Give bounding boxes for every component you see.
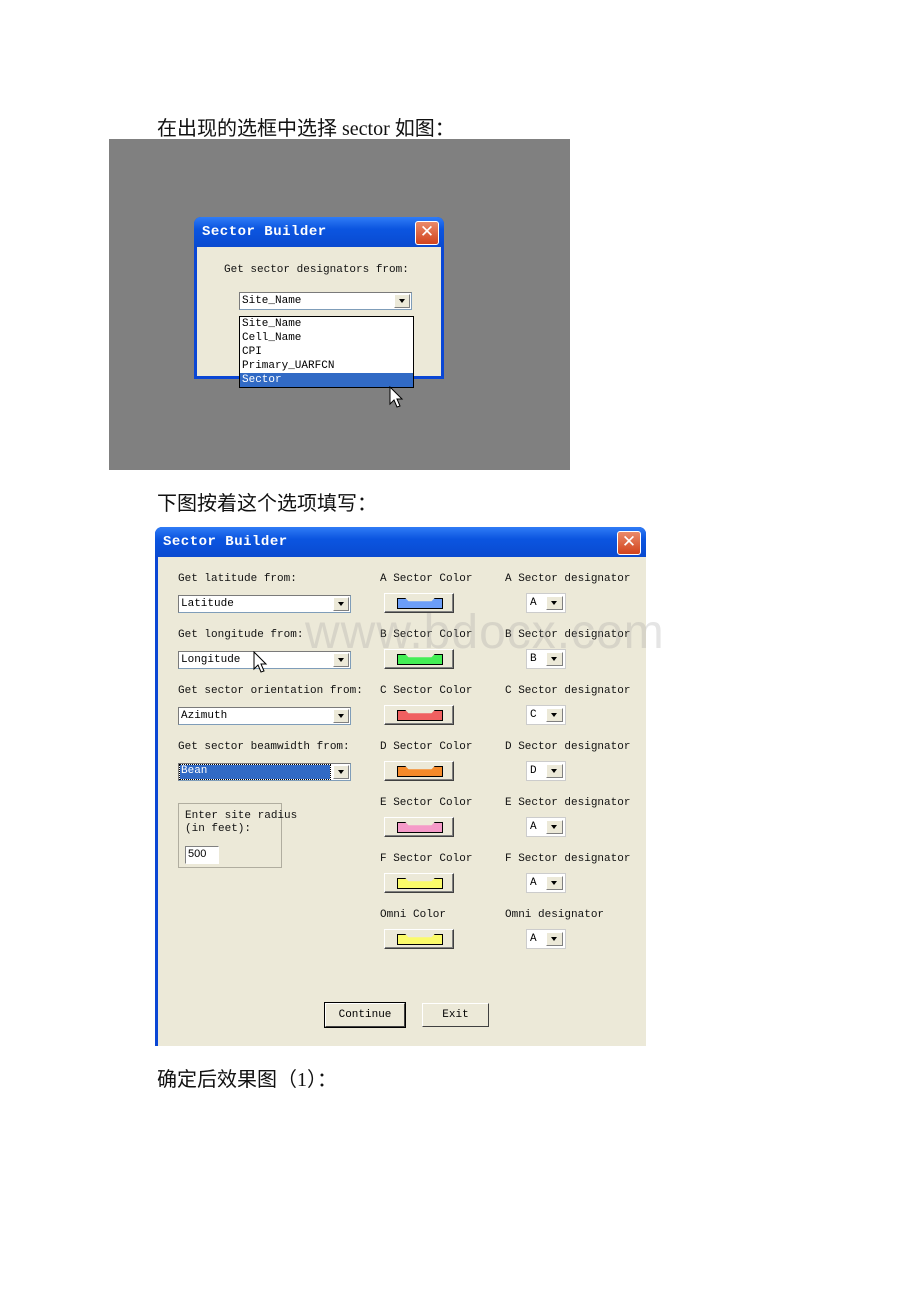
f-color-swatch <box>397 878 443 889</box>
caption-fill: 下图按着这个选项填写： <box>157 493 377 515</box>
combo-value: B <box>530 653 537 665</box>
beamwidth-combo[interactable]: Bean <box>178 763 351 781</box>
chevron-down-icon[interactable] <box>546 876 563 890</box>
chevron-down-icon[interactable] <box>546 596 563 610</box>
longitude-label: Get longitude from: <box>178 629 304 641</box>
chevron-down-icon[interactable] <box>546 932 563 946</box>
omni-color-swatch <box>397 934 443 945</box>
dialog-title: Sector Builder <box>163 534 288 550</box>
site-radius-group: Enter site radius (in feet): 500 <box>178 803 297 868</box>
f-designator-combo[interactable]: A <box>526 873 566 893</box>
option-cpi[interactable]: CPI <box>240 345 413 359</box>
d-color-swatch <box>397 766 443 777</box>
title-bar: Sector Builder ✕ <box>155 527 646 557</box>
mouse-cursor-icon <box>389 386 404 408</box>
title-bar: Sector Builder ✕ <box>194 217 444 247</box>
sector-builder-dialog: Sector Builder ✕ Get latitude from: Lati… <box>155 527 664 1046</box>
combo-value: Bean <box>179 764 331 780</box>
a-color-button[interactable] <box>384 593 454 613</box>
chevron-down-icon[interactable] <box>333 765 349 779</box>
f-color-label: F Sector Color <box>380 853 473 865</box>
c-designator-combo[interactable]: C <box>526 705 566 725</box>
chevron-down-icon[interactable] <box>546 764 563 778</box>
option-sector[interactable]: Sector <box>240 373 413 387</box>
e-designator-label: E Sector designator <box>505 797 631 809</box>
omni-designator-combo[interactable]: A <box>526 929 566 949</box>
a-designator-combo[interactable]: A <box>526 593 566 613</box>
b-color-label: B Sector Color <box>380 629 473 641</box>
site-radius-input[interactable]: 500 <box>185 846 219 864</box>
orientation-label: Get sector orientation from: <box>178 685 363 697</box>
a-color-swatch <box>397 598 443 609</box>
e-color-label: E Sector Color <box>380 797 473 809</box>
chevron-down-icon[interactable] <box>333 709 349 723</box>
continue-button[interactable]: Continue <box>324 1002 406 1028</box>
dialog-title: Sector Builder <box>202 224 327 240</box>
continue-label: Continue <box>338 1009 392 1021</box>
option-site-name[interactable]: Site_Name <box>240 317 413 331</box>
omni-color-label: Omni Color <box>380 909 447 921</box>
chevron-down-icon[interactable] <box>546 820 563 834</box>
caption-result: 确定后效果图（1）： <box>157 1069 337 1091</box>
combo-value: C <box>530 709 537 721</box>
e-color-button[interactable] <box>384 817 454 837</box>
combo-value: A <box>530 597 537 609</box>
exit-button[interactable]: Exit <box>422 1003 489 1027</box>
chevron-down-icon[interactable] <box>333 653 349 667</box>
combo-value: Site_Name <box>242 295 302 307</box>
chevron-down-icon[interactable] <box>333 597 349 611</box>
f-color-button[interactable] <box>384 873 454 893</box>
caption-intro: 在出现的选框中选择 sector 如图： <box>157 118 455 140</box>
c-color-swatch <box>397 710 443 721</box>
close-icon[interactable]: ✕ <box>415 221 439 245</box>
omni-color-button[interactable] <box>384 929 454 949</box>
c-designator-label: C Sector designator <box>505 685 631 697</box>
e-designator-combo[interactable]: A <box>526 817 566 837</box>
d-designator-label: D Sector designator <box>505 741 631 753</box>
b-designator-combo[interactable]: B <box>526 649 566 669</box>
chevron-down-icon[interactable] <box>546 652 563 666</box>
latitude-label: Get latitude from: <box>178 573 297 585</box>
radius-label: Enter site radius <box>185 810 298 822</box>
f-designator-label: F Sector designator <box>505 853 631 865</box>
b-color-button[interactable] <box>384 649 454 669</box>
combo-value: Latitude <box>181 598 234 610</box>
chevron-down-icon[interactable] <box>546 708 563 722</box>
orientation-combo[interactable]: Azimuth <box>178 707 351 725</box>
designators-combo[interactable]: Site_Name <box>239 292 412 310</box>
d-color-label: D Sector Color <box>380 741 473 753</box>
close-icon[interactable]: ✕ <box>617 531 641 555</box>
dialog-body: Get latitude from: Latitude Get longitud… <box>158 557 646 1046</box>
b-designator-label: B Sector designator <box>505 629 631 641</box>
c-color-label: C Sector Color <box>380 685 473 697</box>
designators-label: Get sector designators from: <box>224 264 409 276</box>
e-color-swatch <box>397 822 443 833</box>
combo-value: D <box>530 765 537 777</box>
option-cell-name[interactable]: Cell_Name <box>240 331 413 345</box>
chevron-down-icon[interactable] <box>394 294 410 308</box>
d-designator-combo[interactable]: D <box>526 761 566 781</box>
b-color-swatch <box>397 654 443 665</box>
combo-value: A <box>530 933 537 945</box>
combo-value: A <box>530 821 537 833</box>
combo-value: A <box>530 877 537 889</box>
d-color-button[interactable] <box>384 761 454 781</box>
radius-unit-label: (in feet): <box>185 823 252 835</box>
a-color-label: A Sector Color <box>380 573 473 585</box>
beamwidth-label: Get sector beamwidth from: <box>178 741 350 753</box>
designators-dropdown-list[interactable]: Site_Name Cell_Name CPI Primary_UARFCN S… <box>239 316 414 388</box>
a-designator-label: A Sector designator <box>505 573 631 585</box>
c-color-button[interactable] <box>384 705 454 725</box>
exit-label: Exit <box>442 1009 469 1021</box>
omni-designator-label: Omni designator <box>505 909 605 921</box>
option-primary-uarfcn[interactable]: Primary_UARFCN <box>240 359 413 373</box>
combo-value: Azimuth <box>181 710 228 722</box>
combo-value: Longitude <box>181 654 241 666</box>
mouse-cursor-icon <box>253 651 268 673</box>
latitude-combo[interactable]: Latitude <box>178 595 351 613</box>
screenshot-designator-dropdown: Sector Builder ✕ Get sector designators … <box>109 139 570 470</box>
